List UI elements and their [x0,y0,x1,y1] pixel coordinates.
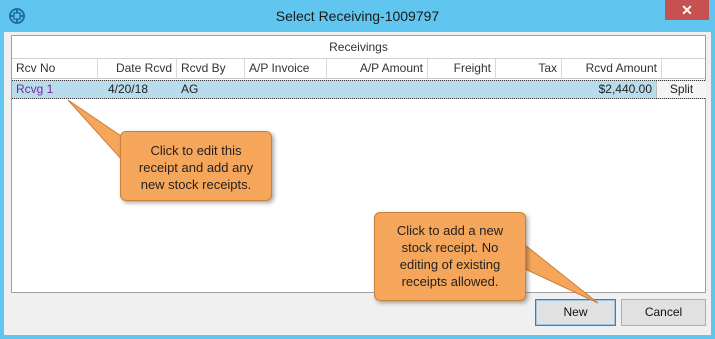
cell-rcvd-amount: $2,440.00 [598,82,652,96]
column-header-date-rcvd[interactable]: Date Rcvd [98,59,177,78]
cell-ap-amount [327,81,428,98]
cell-freight [428,81,496,98]
column-header-freight[interactable]: Freight [428,59,496,78]
cell-date-rcvd: 4/20/18 [107,82,148,96]
cell-rcvd-by: AG [181,82,199,96]
new-receipt-callout: Click to add a new stock receipt. No edi… [374,212,526,301]
close-button[interactable]: ✕ [665,0,709,20]
new-button[interactable]: New [535,299,616,326]
edit-receipt-callout: Click to edit this receipt and add any n… [120,131,272,201]
grid-group-header: Receivings [12,36,705,59]
dialog-window: Select Receiving-1009797 ✕ Receivings Rc… [0,0,715,339]
cancel-button[interactable]: Cancel [621,299,706,326]
column-header-tax[interactable]: Tax [496,59,562,78]
column-header-ap-invoice[interactable]: A/P Invoice [245,59,327,78]
cell-tax [496,81,562,98]
receivings-grid[interactable]: Receivings Rcv No Date Rcvd Rcvd By A/P … [11,35,706,293]
title-bar[interactable]: Select Receiving-1009797 ✕ [0,0,715,32]
column-header-rcv-no[interactable]: Rcv No [12,59,98,78]
dialog-body: Receivings Rcv No Date Rcvd Rcvd By A/P … [4,32,711,335]
cell-ap-invoice [245,81,327,98]
column-header-rcvd-by[interactable]: Rcvd By [177,59,245,78]
column-header-rcvd-amount[interactable]: Rcvd Amount [562,59,662,78]
table-row[interactable]: Rcvg 1 4/20/18 AG $2,440.00 Split [12,80,706,99]
column-header-ap-amount[interactable]: A/P Amount [327,59,428,78]
window-title: Select Receiving-1009797 [275,8,440,24]
cell-rcv-no[interactable]: Rcvg 1 [12,81,98,98]
grid-header-row: Rcv No Date Rcvd Rcvd By A/P Invoice A/P… [12,59,705,79]
split-button[interactable]: Split [656,81,706,98]
